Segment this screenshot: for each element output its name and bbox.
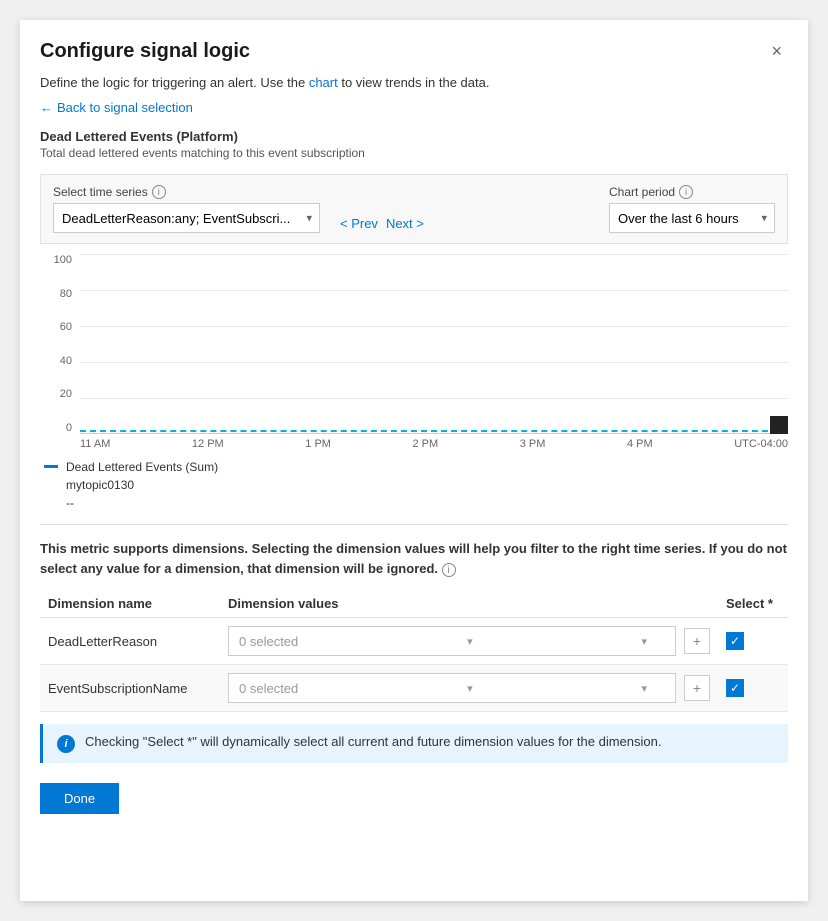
- panel-header: Configure signal logic ×: [40, 40, 788, 63]
- back-link-label: Back to signal selection: [57, 100, 193, 115]
- chart-link[interactable]: chart: [309, 75, 338, 90]
- chart-area: [80, 254, 788, 434]
- legend-series-label: Dead Lettered Events (Sum): [66, 458, 218, 476]
- y-label-20: 20: [40, 388, 72, 400]
- dimensions-info-main: This metric supports dimensions. Selecti…: [40, 541, 787, 576]
- gridline-100: [80, 254, 788, 255]
- next-button[interactable]: Next >: [386, 216, 424, 231]
- panel-title: Configure signal logic: [40, 40, 250, 63]
- y-label-0: 0: [40, 422, 72, 434]
- time-series-label: Select time series i: [53, 185, 320, 199]
- chart-period-dropdown-wrapper: Over the last 6 hours Over the last 1 ho…: [609, 203, 775, 233]
- col-header-values: Dimension values: [220, 590, 718, 618]
- time-series-info-icon[interactable]: i: [152, 185, 166, 199]
- x-label-11am: 11 AM: [80, 438, 110, 450]
- dim-name-2: EventSubscriptionName: [40, 665, 220, 712]
- time-series-group: Select time series i DeadLetterReason:an…: [53, 185, 320, 233]
- dim-select-col-2: ✓: [718, 665, 788, 712]
- dim-placeholder-1: 0 selected: [239, 634, 298, 649]
- legend-topic: mytopic0130: [66, 476, 218, 494]
- chart-period-info-icon[interactable]: i: [679, 185, 693, 199]
- info-banner-icon: i: [57, 735, 75, 753]
- gridline-bottom: [80, 433, 788, 434]
- time-series-dropdown-wrapper: DeadLetterReason:any; EventSubscri...: [53, 203, 320, 233]
- dim-dropdown-inner-2[interactable]: 0 selected ▾: [228, 673, 676, 703]
- gridline-20: [80, 398, 788, 399]
- back-to-signal-link[interactable]: ← Back to signal selection: [40, 100, 193, 115]
- y-label-80: 80: [40, 288, 72, 300]
- gridline-80: [80, 290, 788, 291]
- x-label-3pm: 3 PM: [520, 438, 546, 450]
- chevron-down-icon-1: ▾: [467, 635, 473, 648]
- col-header-select: Select *: [718, 590, 788, 618]
- x-label-1pm: 1 PM: [305, 438, 331, 450]
- add-dim-value-button-2[interactable]: +: [684, 675, 710, 701]
- gridline-40: [80, 362, 788, 363]
- footer: Done: [40, 783, 788, 814]
- select-all-checkbox-2[interactable]: ✓: [726, 679, 744, 697]
- x-label-4pm: 4 PM: [627, 438, 653, 450]
- dim-values-cell-2: 0 selected ▾ +: [220, 665, 718, 712]
- dimensions-info: This metric supports dimensions. Selecti…: [40, 539, 788, 578]
- chart-legend: Dead Lettered Events (Sum) mytopic0130 -…: [40, 458, 788, 510]
- y-label-40: 40: [40, 355, 72, 367]
- select-all-checkbox-1[interactable]: ✓: [726, 632, 744, 650]
- gridline-60: [80, 326, 788, 327]
- info-banner: i Checking "Select *" will dynamically s…: [40, 724, 788, 763]
- table-row: DeadLetterReason 0 selected ▾ + ✓: [40, 618, 788, 665]
- done-button[interactable]: Done: [40, 783, 119, 814]
- chart-period-label: Chart period i: [609, 185, 775, 199]
- dim-select-col-1: ✓: [718, 618, 788, 665]
- controls-row: Select time series i DeadLetterReason:an…: [40, 174, 788, 244]
- panel-description: Define the logic for triggering an alert…: [40, 75, 788, 90]
- legend-info: Dead Lettered Events (Sum) mytopic0130 -…: [66, 458, 218, 510]
- y-label-60: 60: [40, 321, 72, 333]
- divider-1: [40, 524, 788, 525]
- arrow-left-icon: ←: [40, 100, 53, 115]
- chart-period-select[interactable]: Over the last 6 hours Over the last 1 ho…: [609, 203, 775, 233]
- table-row: EventSubscriptionName 0 selected ▾ + ✓: [40, 665, 788, 712]
- chart-period-group: Chart period i Over the last 6 hours Ove…: [609, 185, 775, 233]
- prev-button[interactable]: < Prev: [340, 216, 378, 231]
- x-label-utc: UTC-04:00: [734, 438, 788, 450]
- dim-dropdown-2[interactable]: 0 selected ▾: [228, 673, 676, 703]
- dim-dropdown-1[interactable]: 0 selected ▾: [228, 626, 676, 656]
- x-label-12pm: 12 PM: [192, 438, 224, 450]
- add-dim-value-button-1[interactable]: +: [684, 628, 710, 654]
- chart-wrapper: 100 80 60 40 20 0 11 AM 12 PM 1 PM: [40, 254, 788, 450]
- zero-dashed-line: [80, 430, 788, 432]
- x-axis-labels: 11 AM 12 PM 1 PM 2 PM 3 PM 4 PM UTC-04:0…: [80, 438, 788, 450]
- dim-dropdown-inner-1[interactable]: 0 selected ▾: [228, 626, 676, 656]
- y-label-100: 100: [40, 254, 72, 266]
- dimensions-info-icon[interactable]: i: [442, 563, 456, 577]
- prev-next-group: < Prev Next >: [340, 216, 424, 233]
- signal-name: Dead Lettered Events (Platform): [40, 129, 788, 144]
- dim-name-1: DeadLetterReason: [40, 618, 220, 665]
- time-series-select[interactable]: DeadLetterReason:any; EventSubscri...: [53, 203, 320, 233]
- close-button[interactable]: ×: [765, 40, 788, 62]
- signal-description: Total dead lettered events matching to t…: [40, 146, 788, 160]
- dim-placeholder-2: 0 selected: [239, 681, 298, 696]
- legend-value: --: [66, 496, 218, 510]
- legend-color-bar: [44, 465, 58, 468]
- chart-marker: [770, 416, 788, 434]
- dim-values-cell-1: 0 selected ▾ +: [220, 618, 718, 665]
- x-label-2pm: 2 PM: [413, 438, 439, 450]
- info-banner-text: Checking "Select *" will dynamically sel…: [85, 734, 661, 749]
- dimensions-table: Dimension name Dimension values Select *…: [40, 590, 788, 712]
- chevron-down-icon-2: ▾: [467, 682, 473, 695]
- col-header-name: Dimension name: [40, 590, 220, 618]
- configure-signal-panel: Configure signal logic × Define the logi…: [20, 20, 808, 901]
